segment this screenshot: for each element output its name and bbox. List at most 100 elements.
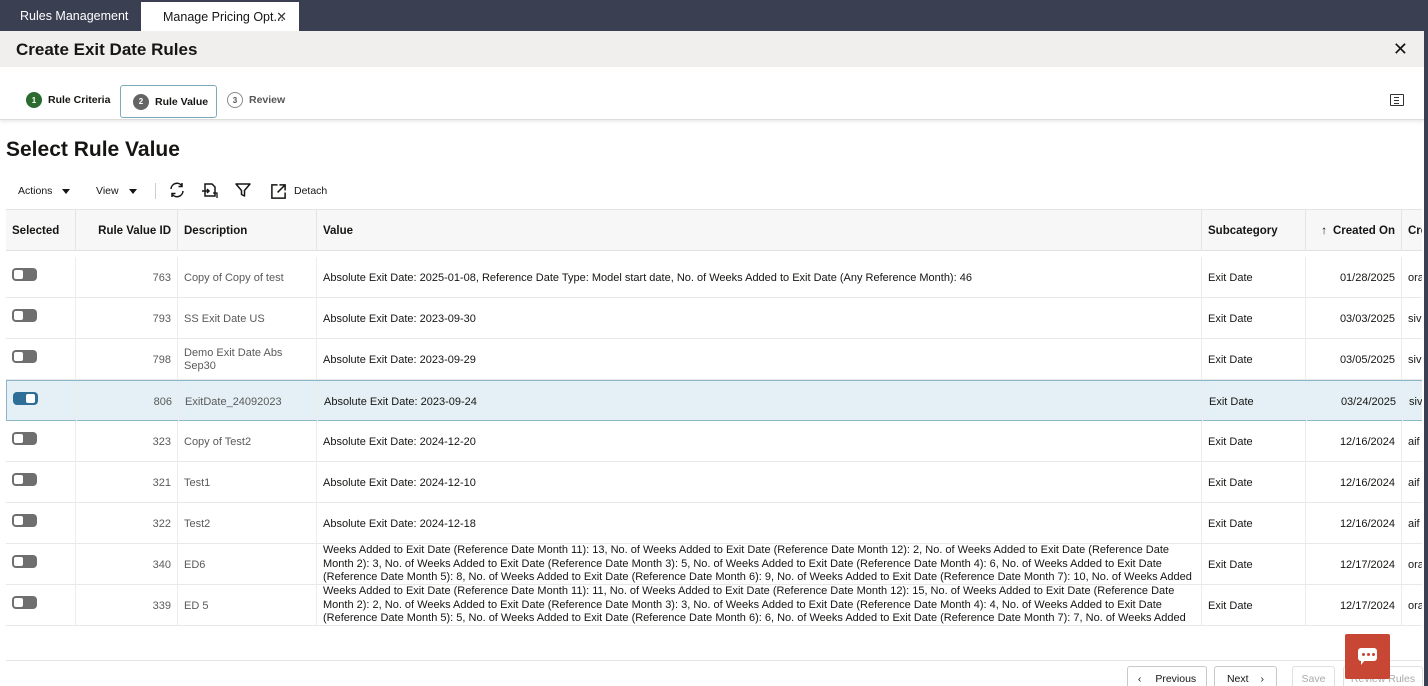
created-on-cell: 03/03/2025	[1306, 298, 1402, 339]
chat-icon	[1362, 653, 1365, 656]
created-by-cell: siv	[1402, 339, 1422, 380]
selection-toggle[interactable]	[12, 350, 37, 363]
rule-value-id-cell: 340	[76, 544, 178, 585]
rule-value-id-cell: 339	[76, 585, 178, 626]
train-step-rule-value[interactable]: 2 Rule Value	[120, 85, 217, 118]
table-row[interactable]: 793 SS Exit Date US Absolute Exit Date: …	[6, 298, 1422, 339]
close-icon[interactable]: ✕	[276, 9, 287, 25]
description-cell: ED 5	[178, 585, 317, 626]
refresh-icon[interactable]	[168, 181, 186, 199]
description-cell: SS Exit Date US	[178, 298, 317, 339]
subcategory-cell: Exit Date	[1202, 339, 1306, 380]
top-tab-bar: Rules Management Manage Pricing Opt... ✕	[0, 0, 1428, 31]
created-on-cell: 12/16/2024	[1306, 462, 1402, 503]
table-row[interactable]: 763 Copy of Copy of test Absolute Exit D…	[6, 257, 1422, 298]
train-step-rule-criteria[interactable]: 1 Rule Criteria	[26, 85, 110, 115]
subcategory-cell: Exit Date	[1202, 503, 1306, 544]
rule-value-id-cell: 322	[76, 503, 178, 544]
tab-manage-pricing[interactable]: Manage Pricing Opt... ✕	[141, 0, 299, 31]
sort-ascending-icon: ↑	[1321, 224, 1327, 237]
created-by-cell: ora	[1402, 585, 1422, 626]
column-header-selected[interactable]: Selected	[6, 210, 76, 251]
selected-cell	[6, 298, 76, 339]
selected-cell	[6, 257, 76, 298]
window-edge	[1424, 31, 1428, 686]
column-header-description[interactable]: Description	[178, 210, 317, 251]
table-row[interactable]: 321 Test1 Absolute Exit Date: 2024-12-10…	[6, 462, 1422, 503]
selection-toggle[interactable]	[12, 596, 37, 609]
value-cell: Absolute Exit Date: 2023-09-30	[317, 298, 1202, 339]
table-row[interactable]: 322 Test2 Absolute Exit Date: 2024-12-18…	[6, 503, 1422, 544]
column-header-label: Created On	[1333, 224, 1395, 237]
table-row[interactable]: 339 ED 5 Weeks Added to Exit Date (Refer…	[6, 585, 1422, 626]
description-cell: ED6	[178, 544, 317, 585]
created-on-cell: 03/24/2025	[1307, 381, 1403, 422]
selection-toggle[interactable]	[12, 473, 37, 486]
table-row-selected[interactable]: 806 ExitDate_24092023 Absolute Exit Date…	[6, 380, 1422, 422]
table-header: Selected Rule Value ID Description Value…	[6, 210, 1422, 251]
rule-value-id-cell: 798	[76, 339, 178, 380]
filter-icon[interactable]	[234, 181, 252, 199]
rule-value-table: Selected Rule Value ID Description Value…	[6, 209, 1422, 631]
detach-label: Detach	[294, 185, 328, 197]
table-row[interactable]: 323 Copy of Test2 Absolute Exit Date: 20…	[6, 421, 1422, 462]
selection-toggle[interactable]	[12, 514, 37, 527]
tab-label: Rules Management	[20, 8, 129, 23]
save-button[interactable]: Save	[1292, 666, 1335, 686]
step-number: 2	[133, 93, 149, 110]
subcategory-cell: Exit Date	[1202, 298, 1306, 339]
subcategory-cell: Exit Date	[1202, 462, 1306, 503]
toolbar-divider	[155, 183, 156, 199]
previous-button[interactable]: ‹ Previous	[1127, 666, 1207, 686]
column-header-created-on[interactable]: ↑ Created On	[1306, 210, 1402, 251]
value-cell: Absolute Exit Date: 2023-09-29	[317, 339, 1202, 380]
tab-rules-management[interactable]: Rules Management	[0, 0, 140, 31]
panel-toggle-icon[interactable]	[1390, 94, 1404, 106]
value-cell: Weeks Added to Exit Date (Reference Date…	[317, 585, 1202, 626]
chevron-left-icon: ‹	[1137, 673, 1142, 685]
export-icon[interactable]	[201, 181, 219, 199]
created-by-cell: siv	[1403, 381, 1422, 422]
selected-cell	[6, 462, 76, 503]
created-on-cell: 12/16/2024	[1306, 421, 1402, 462]
chat-button[interactable]	[1345, 634, 1390, 679]
selection-toggle[interactable]	[12, 432, 37, 445]
selection-toggle[interactable]	[13, 392, 38, 405]
selected-cell	[7, 381, 77, 422]
detach-button[interactable]: Detach	[270, 178, 327, 204]
page-header: Create Exit Date Rules ✕	[0, 31, 1424, 67]
column-header-subcategory[interactable]: Subcategory	[1202, 210, 1306, 251]
value-cell: Absolute Exit Date: 2025-01-08, Referenc…	[317, 257, 1202, 298]
created-by-cell: aif	[1402, 421, 1422, 462]
table-row[interactable]: 340 ED6 Weeks Added to Exit Date (Refere…	[6, 544, 1422, 585]
value-cell: Absolute Exit Date: 2023-09-24	[318, 381, 1203, 422]
step-label: Rule Value	[155, 95, 209, 108]
selection-toggle[interactable]	[12, 268, 37, 281]
close-icon[interactable]: ✕	[1393, 39, 1408, 60]
created-on-cell: 12/17/2024	[1306, 585, 1402, 626]
next-button[interactable]: Next ›	[1214, 666, 1277, 686]
view-menu[interactable]: View	[96, 178, 137, 204]
table-row[interactable]: 798 Demo Exit Date Abs Sep30 Absolute Ex…	[6, 339, 1422, 380]
table-toolbar: Actions View Detach	[0, 178, 600, 204]
selected-cell	[6, 503, 76, 544]
view-label: View	[96, 185, 119, 197]
chevron-down-icon	[62, 188, 71, 194]
value-cell: Weeks Added to Exit Date (Reference Date…	[317, 544, 1202, 585]
column-header-value[interactable]: Value	[317, 210, 1202, 251]
rule-value-id-cell: 763	[76, 257, 178, 298]
column-header-rule-value-id[interactable]: Rule Value ID	[76, 210, 178, 251]
selected-cell	[6, 421, 76, 462]
train-step-review[interactable]: 3 Review	[227, 85, 285, 115]
step-number: 1	[26, 92, 42, 108]
created-by-cell: ora	[1402, 544, 1422, 585]
column-header-created-by[interactable]: Cre	[1402, 210, 1422, 251]
selection-toggle[interactable]	[12, 555, 37, 568]
selection-toggle[interactable]	[12, 309, 37, 322]
value-cell: Absolute Exit Date: 2024-12-20	[317, 421, 1202, 462]
subcategory-cell: Exit Date	[1202, 421, 1306, 462]
selected-cell	[6, 585, 76, 626]
actions-menu[interactable]: Actions	[18, 178, 71, 204]
subcategory-cell: Exit Date	[1203, 381, 1307, 422]
step-number: 3	[227, 92, 243, 108]
